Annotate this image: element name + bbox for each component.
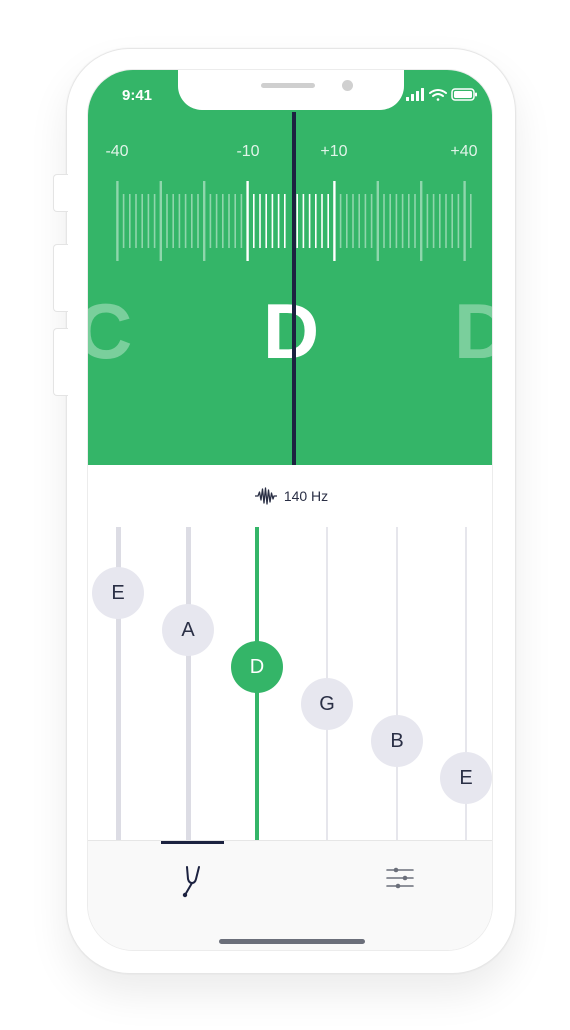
side-button-volume-up bbox=[53, 244, 68, 312]
device-notch bbox=[178, 70, 404, 110]
speaker-grille bbox=[261, 83, 315, 88]
tab-selected-indicator bbox=[161, 841, 224, 844]
status-icons bbox=[406, 88, 477, 101]
home-indicator bbox=[219, 939, 365, 944]
scale-label-plus-10: +10 bbox=[320, 143, 348, 160]
front-camera bbox=[342, 80, 353, 91]
previous-note: C bbox=[88, 292, 132, 370]
next-note: D bbox=[454, 292, 492, 370]
string-button[interactable]: B bbox=[371, 715, 423, 767]
string-button[interactable]: E bbox=[440, 752, 492, 804]
tuning-fork-icon[interactable] bbox=[172, 859, 214, 899]
current-note: D bbox=[262, 287, 320, 375]
battery-icon bbox=[451, 88, 477, 101]
cents-scale bbox=[116, 181, 472, 261]
frequency-readout: 140 Hz bbox=[283, 488, 329, 504]
scale-label-minus-10: -10 bbox=[236, 143, 260, 160]
string-button[interactable]: E bbox=[92, 567, 144, 619]
side-button-mute bbox=[53, 174, 68, 212]
tab-bar bbox=[88, 840, 492, 950]
string-button[interactable]: A bbox=[162, 604, 214, 656]
scale-label-plus-40: +40 bbox=[450, 143, 478, 160]
frequency-bar: 140 Hz bbox=[88, 465, 492, 528]
tuner-display: 9:41 -40 -10 +10 +40 D bbox=[88, 70, 492, 465]
tuning-needle bbox=[292, 112, 296, 465]
string-button[interactable]: D bbox=[231, 641, 283, 693]
side-button-volume-down bbox=[53, 328, 68, 396]
sliders-icon[interactable] bbox=[376, 863, 424, 897]
string-button[interactable]: G bbox=[301, 678, 353, 730]
string-selector: EADGBE bbox=[88, 527, 492, 840]
scale-label-minus-40: -40 bbox=[105, 143, 129, 160]
signal-icon bbox=[406, 88, 424, 101]
guitar-string bbox=[396, 527, 398, 840]
app-screen: 9:41 -40 -10 +10 +40 D 140 Hz E A D G B … bbox=[87, 69, 493, 951]
waveform-icon bbox=[254, 487, 277, 505]
wifi-icon bbox=[429, 89, 447, 101]
status-time: 9:41 bbox=[122, 87, 153, 104]
guitar-string bbox=[185, 527, 191, 840]
